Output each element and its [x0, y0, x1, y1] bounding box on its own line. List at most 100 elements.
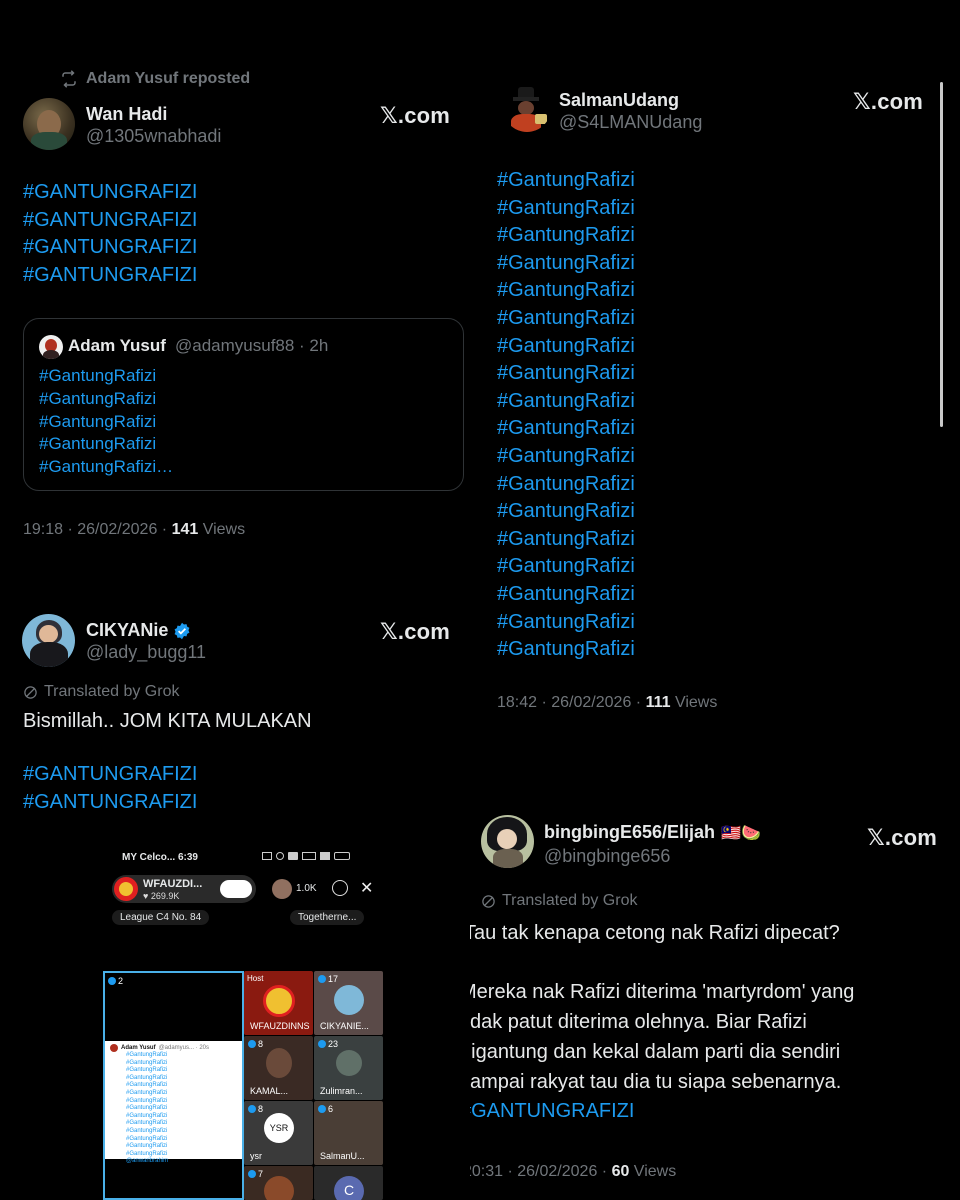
hashtag-link[interactable]: #GantungRafizi [497, 415, 635, 443]
mini-line: #GantungRafizi [126, 1143, 168, 1150]
guest-tile[interactable]: 7 [244, 1166, 313, 1200]
hashtag-link[interactable]: #GANTUNGRAFIZI [470, 1098, 634, 1126]
hashtag-link[interactable]: #GantungRafizi [497, 360, 635, 388]
display-name[interactable]: bingbingE656/Elijah [544, 822, 715, 843]
grok-icon [24, 685, 37, 699]
hashtag-link[interactable]: #GantungRafizi [497, 443, 635, 471]
hashtag-link[interactable]: #GantungRafizi [497, 333, 635, 361]
tweet-paragraph-2: Mereka nak Rafizi diterima 'martyrdom' y… [470, 977, 854, 1097]
guest-tile[interactable]: 8 KAMAL... [244, 1036, 313, 1100]
guest-avatar [264, 1176, 294, 1200]
hashtag-link[interactable]: #GantungRafizi [497, 553, 635, 581]
hashtag-link[interactable]: #GantungRafizi [497, 498, 635, 526]
display-name[interactable]: CIKYANie [86, 620, 168, 641]
guest-tile[interactable]: 8 YSR ysr [244, 1101, 313, 1165]
hashtag-link[interactable]: #GantungRafizi [497, 526, 635, 554]
close-icon[interactable]: ✕ [360, 878, 373, 898]
user-handle[interactable]: @1305wnabhadi [86, 126, 221, 147]
hashtag-link[interactable]: #GantungRafizi [497, 277, 635, 305]
main-stream-tile[interactable]: 2 Adam Yusuf @adamyus... · 20s #GantungR… [103, 971, 244, 1200]
phone-carrier-time: MY Celco... 6:39 [122, 852, 198, 863]
hashtag-link[interactable]: #GantungRafizi [497, 636, 635, 664]
host-avatar [114, 877, 138, 901]
quoted-tweet[interactable]: Adam Yusuf @adamyusuf88 · 2h #GantungRaf… [23, 318, 464, 491]
guest-avatar [263, 985, 295, 1017]
viewer-count: 1.0K [296, 883, 317, 894]
hashtag-link[interactable]: #GantungRafizi [497, 250, 635, 278]
guest-tile[interactable]: Host WFAUZDINNS [244, 971, 313, 1035]
repost-icon [62, 70, 76, 88]
hashtag-link[interactable]: #GantungRafizi [497, 222, 635, 250]
mini-line: #GantungRafizi [126, 1150, 168, 1157]
quoted-line: #GantungRafizi [39, 434, 157, 454]
user-handle[interactable]: @bingbinge656 [544, 846, 670, 867]
tweet-paragraph-1: Tau tak kenapa cetong nak Rafizi dipecat… [470, 922, 840, 944]
guest-tile[interactable]: 23 Zulimran... [314, 1036, 383, 1100]
quoted-text: #GantungRafizi #GantungRafizi #GantungRa… [39, 365, 173, 479]
quoted-line: #GantungRafizi [39, 388, 157, 408]
x-brand-logo: 𝕏.com [380, 103, 451, 128]
hashtag-link[interactable]: #GantungRafizi [497, 471, 635, 499]
mini-line: #GantungRafizi [126, 1112, 168, 1119]
avatar[interactable] [481, 815, 534, 868]
guest-tile[interactable]: C [314, 1166, 383, 1200]
chevron-down-icon[interactable] [332, 880, 348, 896]
tile-count: 2 [118, 976, 124, 986]
hashtag-link[interactable]: #GantungRafizi [497, 167, 635, 195]
hashtag-link[interactable]: #GANTUNGRAFIZI [23, 789, 197, 817]
views-count: 60 [611, 1163, 630, 1180]
tweet-text: Bismillah.. JOM KITA MULAKAN [23, 710, 312, 732]
guest-name: Zulimran... [320, 1086, 363, 1096]
hashtag-link[interactable]: #GantungRafizi [497, 305, 635, 333]
live-host-pill[interactable]: WFAUZDI... ♥ 269.9K [112, 875, 256, 903]
display-name[interactable]: Wan Hadi [86, 104, 167, 125]
avatar[interactable] [23, 98, 75, 150]
avatar[interactable] [22, 614, 75, 667]
user-handle[interactable]: @lady_bugg11 [86, 642, 206, 663]
scrollbar[interactable] [940, 82, 943, 427]
mini-line: #GantungRafizi [126, 1120, 168, 1127]
tile-count: 6 [328, 1104, 334, 1114]
hashtag-link[interactable]: #GANTUNGRAFIZI [23, 234, 197, 262]
display-name[interactable]: SalmanUdang [559, 90, 679, 111]
hashtag-link[interactable]: #GANTUNGRAFIZI [23, 262, 197, 290]
hashtag-link[interactable]: #GANTUNGRAFIZI [23, 179, 197, 207]
hashtag-link[interactable]: #GantungRafizi [497, 195, 635, 223]
league-label: League C4 No. 84 [120, 912, 202, 923]
mini-line: #GantungRafizi [126, 1105, 168, 1112]
user-handle[interactable]: @S4LMANUdang [559, 112, 702, 133]
timestamp[interactable]: 18:42 · 26/02/2026 · [497, 694, 646, 711]
together-label: Togetherne... [298, 912, 357, 923]
hashtag-link[interactable]: #GANTUNGRAFIZI [23, 761, 197, 789]
guest-name: KAMAL... [250, 1086, 289, 1096]
attached-screenshot[interactable]: MY Celco... 6:39 WFAUZDI... ♥ 269.9K 1.0… [100, 840, 390, 1200]
views-count: 111 [645, 694, 671, 711]
hashtag-link[interactable]: #GANTUNGRAFIZI [23, 207, 197, 235]
league-badge[interactable]: League C4 No. 84 [112, 910, 210, 925]
quoted-line: #GantungRafizi [39, 366, 157, 385]
views-label: Views [629, 1163, 677, 1180]
tweet-line: digantung dan kekal dalam parti dia send… [470, 1041, 841, 1063]
mini-line: @anwaribrahim [126, 1158, 169, 1165]
translated-indicator[interactable]: Translated by Grok [23, 683, 179, 701]
mini-name: Adam Yusuf [121, 1045, 156, 1051]
timestamp[interactable]: 20:31 · 26/02/2026 · [470, 1163, 612, 1180]
guest-tile[interactable]: 17 CIKYANIE... [314, 971, 383, 1035]
tile-count: 23 [328, 1039, 339, 1049]
avatar[interactable] [503, 84, 551, 132]
translated-indicator[interactable]: Translated by Grok [481, 892, 637, 910]
mini-line: #GantungRafizi [126, 1127, 168, 1134]
tile-count: 8 [258, 1039, 264, 1049]
tile-count: 8 [258, 1104, 264, 1114]
follow-toggle[interactable] [220, 880, 252, 898]
hashtag-link[interactable]: #GantungRafizi [497, 581, 635, 609]
together-badge[interactable]: Togetherne... [290, 910, 365, 925]
tweet-body: #GantungRafizi #GantungRafizi #GantungRa… [497, 167, 635, 664]
hashtag-link[interactable]: #GantungRafizi [497, 388, 635, 416]
guest-tile[interactable]: 6 SalmanU... [314, 1101, 383, 1165]
hashtag-link[interactable]: #GantungRafizi [497, 609, 635, 637]
guest-avatar: C [334, 1176, 364, 1200]
timestamp[interactable]: 19:18 · 26/02/2026 · [23, 521, 172, 538]
guest-name: WFAUZDINNS [250, 1021, 310, 1031]
mini-line: #GantungRafizi [126, 1097, 168, 1104]
